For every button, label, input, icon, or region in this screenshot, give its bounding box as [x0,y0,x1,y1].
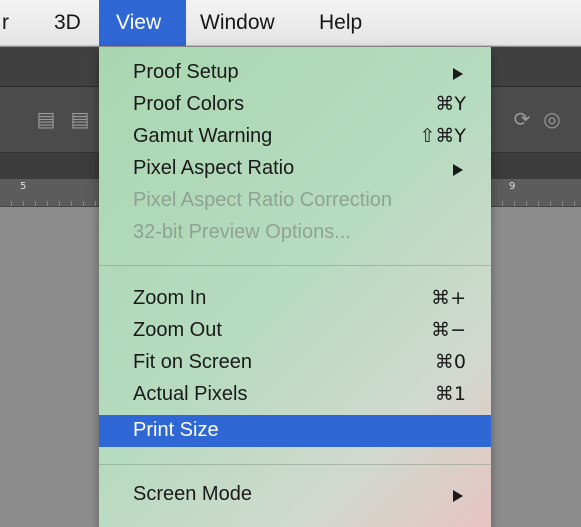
menu-item-label: Gamut Warning [133,125,273,147]
submenu-arrow-icon [453,490,463,502]
menubar-item-help[interactable]: Help [305,0,376,46]
menu-item-shortcut: ⌘Y [435,93,466,115]
menu-item-proof-colors[interactable]: Proof Colors ⌘Y [99,89,491,122]
menu-item-label: Pixel Aspect Ratio Correction [133,189,393,211]
menu-separator [99,265,491,266]
menu-item-label: Zoom Out [133,319,222,341]
menu-item-print-size[interactable]: Print Size [99,415,491,447]
submenu-arrow-icon [453,68,463,80]
menu-item-label: 32-bit Preview Options... [133,221,351,243]
rotate-3d-icon[interactable]: ◎ [540,107,564,131]
menu-item-proof-setup[interactable]: Proof Setup [99,57,491,90]
menu-bar: r 3D View Window Help [0,0,581,46]
submenu-arrow-icon [453,164,463,176]
menu-item-label: Proof Colors [133,93,245,115]
menu-item-32bit-preview-options: 32-bit Preview Options... [99,217,491,250]
orbit-3d-icon[interactable]: ⟳ [510,107,534,131]
menu-item-shortcut: ⌘− [431,319,466,341]
menu-item-pixel-aspect-ratio[interactable]: Pixel Aspect Ratio [99,153,491,186]
menu-item-zoom-in[interactable]: Zoom In ⌘+ [99,283,491,316]
canvas-area-right[interactable] [491,207,581,527]
menubar-item-partial[interactable]: r [0,0,23,46]
ruler-label-left: 5 [20,181,27,192]
menu-item-zoom-out[interactable]: Zoom Out ⌘− [99,315,491,348]
menu-item-actual-pixels[interactable]: Actual Pixels ⌘1 [99,379,491,412]
menubar-item-3d[interactable]: 3D [40,0,95,46]
menu-item-fit-on-screen[interactable]: Fit on Screen ⌘0 [99,347,491,380]
menu-item-gamut-warning[interactable]: Gamut Warning ⇧⌘Y [99,121,491,154]
menu-item-screen-mode[interactable]: Screen Mode [99,479,491,512]
ruler-label-right: 9 [509,181,516,192]
menu-separator [99,464,491,465]
menu-item-shortcut: ⇧⌘Y [419,125,466,147]
menu-item-shortcut: ⌘+ [431,287,466,309]
menubar-item-window[interactable]: Window [186,0,289,46]
menu-item-label: Fit on Screen [133,351,252,373]
menu-item-label: Screen Mode [133,483,252,505]
view-menu: Proof Setup Proof Colors ⌘Y Gamut Warnin… [99,47,491,527]
align-icon[interactable]: ▤ [34,107,58,131]
menu-item-label: Actual Pixels [133,383,248,405]
menu-item-pixel-aspect-ratio-correction: Pixel Aspect Ratio Correction [99,185,491,218]
menubar-item-view[interactable]: View [99,0,186,46]
distribute-icon[interactable]: ▤ [68,107,92,131]
menu-item-label: Print Size [133,419,219,441]
horizontal-ruler-right: 9 [491,179,581,207]
menu-item-label: Proof Setup [133,61,239,83]
menu-item-label: Pixel Aspect Ratio [133,157,295,179]
horizontal-ruler-left: 5 [0,179,99,207]
menu-item-shortcut: ⌘1 [434,383,466,405]
canvas-area-left[interactable] [0,207,99,527]
menu-item-label: Zoom In [133,287,207,309]
menu-item-shortcut: ⌘0 [434,351,466,373]
